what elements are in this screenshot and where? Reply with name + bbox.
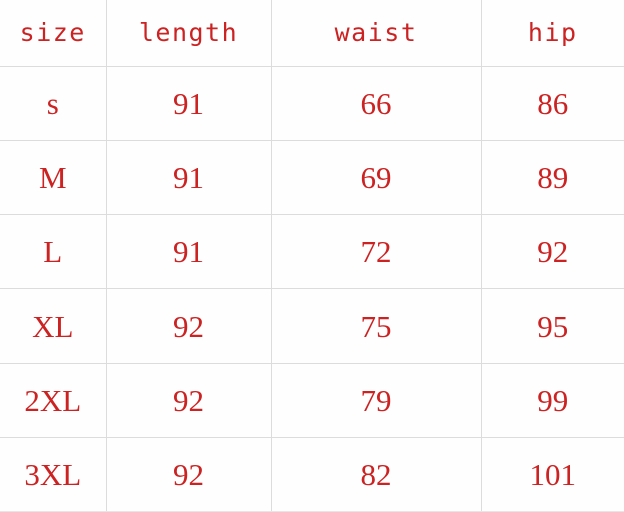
cell-hip: 89 (481, 140, 624, 216)
cell-hip: 92 (481, 214, 624, 290)
cell-waist: 72 (271, 214, 482, 290)
cell-length: 91 (106, 214, 272, 290)
cell-hip: 99 (481, 363, 624, 438)
table-row: 2XL 92 79 99 (0, 363, 624, 438)
cell-size: M (0, 140, 107, 216)
cell-length: 92 (106, 437, 272, 512)
cell-hip: 95 (481, 288, 624, 364)
cell-waist: 69 (271, 140, 482, 216)
column-header-waist: waist (271, 0, 482, 67)
table-row: 3XL 92 82 101 (0, 437, 624, 512)
cell-waist: 82 (271, 437, 482, 512)
column-header-hip: hip (481, 0, 624, 67)
table-row: M 91 69 89 (0, 140, 624, 216)
cell-length: 92 (106, 363, 272, 438)
cell-waist: 75 (271, 288, 482, 364)
size-chart-table: size length waist hip s 91 66 86 M 91 69… (0, 0, 624, 512)
table-row: s 91 66 86 (0, 66, 624, 142)
table-header: size length waist hip (0, 0, 624, 67)
table-row: L 91 72 92 (0, 214, 624, 290)
cell-waist: 79 (271, 363, 482, 438)
cell-size: 3XL (0, 437, 107, 512)
cell-length: 92 (106, 288, 272, 364)
table-header-row: size length waist hip (0, 0, 624, 67)
cell-size: s (0, 66, 107, 142)
cell-length: 91 (106, 140, 272, 216)
cell-waist: 66 (271, 66, 482, 142)
cell-hip: 86 (481, 66, 624, 142)
cell-size: XL (0, 288, 107, 364)
table-row: XL 92 75 95 (0, 288, 624, 364)
table-body: s 91 66 86 M 91 69 89 L 91 72 92 XL 92 7… (0, 66, 624, 512)
cell-size: 2XL (0, 363, 107, 438)
column-header-length: length (106, 0, 272, 67)
cell-size: L (0, 214, 107, 290)
column-header-size: size (0, 0, 107, 67)
cell-length: 91 (106, 66, 272, 142)
cell-hip: 101 (481, 437, 624, 512)
